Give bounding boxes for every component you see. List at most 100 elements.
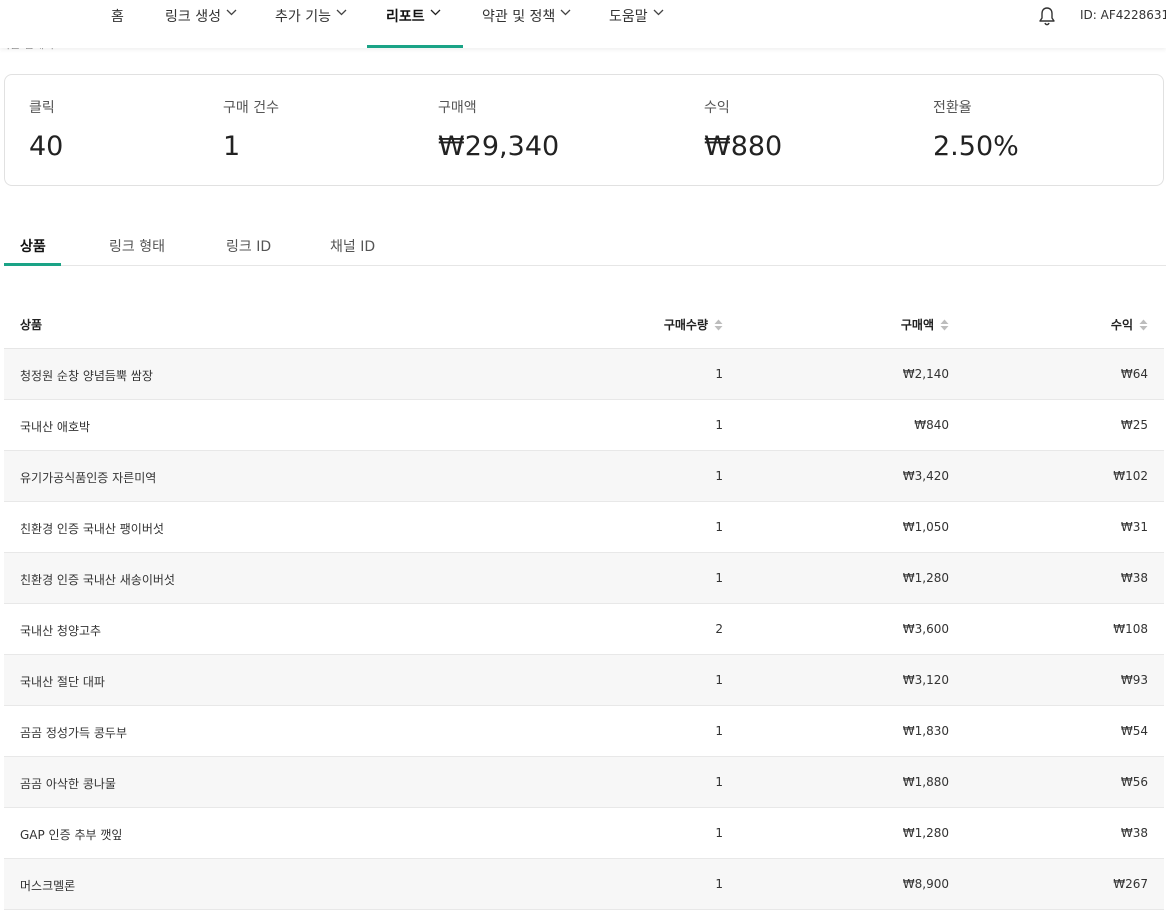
cell-qty: 1: [715, 469, 723, 483]
tab-product[interactable]: 상품: [20, 226, 46, 266]
cell-profit: ₩102: [1113, 469, 1148, 483]
report-tabs: 상품 링크 형태 링크 ID 채널 ID: [4, 226, 1166, 266]
cell-profit: ₩38: [1120, 826, 1148, 840]
metric-purchases: 구매 건수 1: [223, 97, 279, 162]
cell-qty: 2: [715, 622, 723, 636]
tab-link-id[interactable]: 링크 ID: [226, 226, 271, 266]
table-row: 곰곰 정성가득 콩두부 1 ₩1,830 ₩54: [4, 706, 1164, 757]
cell-product-name: 곰곰 아삭한 콩나물: [20, 777, 116, 791]
cell-profit: ₩54: [1120, 724, 1148, 738]
column-header-qty[interactable]: 구매수량: [664, 316, 723, 333]
metric-label: 구매액: [438, 100, 477, 116]
cell-qty: 1: [715, 775, 723, 789]
nav-item-label: 도움말: [609, 9, 648, 25]
sort-icon[interactable]: [940, 319, 949, 331]
nav-item-terms-policy[interactable]: 약관 및 정책: [482, 0, 571, 48]
user-id: ID: AF4228631: [1080, 8, 1166, 22]
cell-product-name: 머스크멜론: [20, 879, 76, 893]
cell-amount: ₩3,420: [902, 469, 949, 483]
bell-icon[interactable]: [1038, 6, 1056, 26]
nav-item-report[interactable]: 리포트: [386, 0, 441, 48]
cell-product-name: 유기가공식품인증 자른미역: [20, 471, 157, 485]
cell-amount: ₩1,050: [902, 520, 949, 534]
chevron-down-icon: [336, 9, 347, 16]
metric-clicks: 클릭 40: [29, 97, 63, 162]
table-row: 국내산 애호박 1 ₩840 ₩25: [4, 400, 1164, 451]
sort-icon[interactable]: [1139, 319, 1148, 331]
cell-product-name: 청정원 순창 양념듬뿍 쌈장: [20, 369, 153, 383]
table-row: 곰곰 아삭한 콩나물 1 ₩1,880 ₩56: [4, 757, 1164, 808]
metric-label: 전환율: [933, 100, 972, 116]
table-header: 상품 구매수량 구매액 수익: [4, 298, 1164, 349]
chevron-down-icon: [560, 9, 571, 16]
chevron-down-icon: [430, 9, 441, 16]
column-header-profit[interactable]: 수익: [1111, 316, 1148, 333]
cell-product-name: 곰곰 정성가득 콩두부: [20, 726, 127, 740]
cell-amount: ₩3,120: [902, 673, 949, 687]
metric-value: 40: [29, 131, 64, 162]
cell-amount: ₩1,280: [902, 826, 949, 840]
table-row: 국내산 청양고추 2 ₩3,600 ₩108: [4, 604, 1164, 655]
cell-product-name: GAP 인증 추부 깻잎: [20, 828, 123, 842]
cell-amount: ₩1,880: [902, 775, 949, 789]
cell-amount: ₩3,600: [902, 622, 949, 636]
cell-amount: ₩840: [914, 418, 949, 432]
metric-conversion: 전환율 2.50%: [933, 97, 1019, 162]
cell-profit: ₩38: [1120, 571, 1148, 585]
metric-value: 2.50%: [933, 131, 1019, 162]
nav-item-create-link[interactable]: 링크 생성: [165, 0, 237, 48]
column-header-label: 구매수량: [663, 318, 708, 332]
nav-item-label: 링크 생성: [165, 9, 221, 25]
table-row: GAP 인증 추부 깻잎 1 ₩1,280 ₩38: [4, 808, 1164, 859]
metric-label: 클릭: [29, 100, 55, 116]
cell-qty: 1: [715, 724, 723, 738]
tab-link-type[interactable]: 링크 형태: [109, 226, 165, 266]
column-header-label: 구매액: [900, 318, 934, 332]
tab-active-indicator: [4, 263, 61, 266]
cell-profit: ₩108: [1113, 622, 1148, 636]
column-header-label: 수익: [1110, 318, 1133, 332]
nav-item-label: 추가 기능: [275, 9, 331, 25]
metric-value: ₩880: [704, 131, 783, 162]
cell-profit: ₩56: [1120, 775, 1148, 789]
nav-item-home[interactable]: 홈: [111, 0, 124, 48]
sort-icon[interactable]: [714, 319, 723, 331]
top-navigation: 홈 링크 생성 추가 기능 리포트 약관 및 정책 도움말 ID: AF4228…: [0, 0, 1166, 48]
chevron-down-icon: [653, 9, 664, 16]
cell-amount: ₩1,830: [902, 724, 949, 738]
nav-item-label: 약관 및 정책: [482, 9, 556, 25]
cell-product-name: 국내산 절단 대파: [20, 675, 105, 689]
cell-profit: ₩64: [1120, 367, 1148, 381]
cell-product-name: 국내산 청양고추: [20, 624, 102, 638]
cell-product-name: 국내산 애호박: [20, 420, 91, 434]
cell-qty: 1: [715, 877, 723, 891]
cell-product-name: 친환경 인증 국내산 팽이버섯: [20, 522, 164, 536]
cell-qty: 1: [715, 571, 723, 585]
cell-profit: ₩267: [1113, 877, 1148, 891]
column-header-amount[interactable]: 구매액: [901, 316, 949, 333]
table-row: 국내산 절단 대파 1 ₩3,120 ₩93: [4, 655, 1164, 706]
metric-label: 수익: [704, 100, 730, 116]
cell-qty: 1: [715, 673, 723, 687]
cell-qty: 1: [715, 826, 723, 840]
product-table: 상품 구매수량 구매액 수익 청정원 순창 양념듬뿍 쌈장 1 ₩2,140 ₩…: [4, 298, 1164, 910]
table-row: 청정원 순창 양념듬뿍 쌈장 1 ₩2,140 ₩64: [4, 349, 1164, 400]
nav-item-extra-features[interactable]: 추가 기능: [275, 0, 347, 48]
table-row: 친환경 인증 국내산 팽이버섯 1 ₩1,050 ₩31: [4, 502, 1164, 553]
cell-qty: 1: [715, 520, 723, 534]
cell-amount: ₩2,140: [902, 367, 949, 381]
table-row: 머스크멜론 1 ₩8,900 ₩267: [4, 859, 1164, 910]
metric-value: 1: [223, 131, 241, 162]
cell-profit: ₩25: [1120, 418, 1148, 432]
table-row: 친환경 인증 국내산 새송이버섯 1 ₩1,280 ₩38: [4, 553, 1164, 604]
cell-amount: ₩1,280: [902, 571, 949, 585]
nav-item-label: 홈: [111, 9, 124, 25]
cell-product-name: 친환경 인증 국내산 새송이버섯: [20, 573, 175, 587]
nav-item-label: 리포트: [386, 9, 425, 25]
column-header-product: 상품: [20, 316, 42, 333]
column-header-label: 상품: [20, 318, 43, 332]
nav-item-help[interactable]: 도움말: [609, 0, 664, 48]
metric-label: 구매 건수: [223, 100, 279, 116]
tab-channel-id[interactable]: 채널 ID: [330, 226, 375, 266]
metric-profit: 수익 ₩880: [704, 97, 782, 162]
